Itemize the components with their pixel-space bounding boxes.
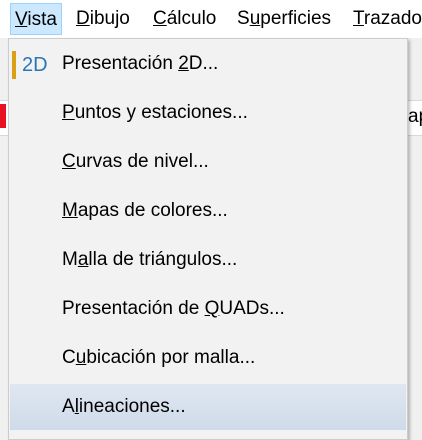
menu-item-curvas-nivel[interactable]: Curvas de nivel... <box>10 139 406 185</box>
menu-item-label: Presentación de QUADs... <box>62 298 285 319</box>
menu-item-label: Curvas de nivel... <box>62 151 209 172</box>
menu-item-puntos-estaciones[interactable]: Puntos y estaciones... <box>10 90 406 136</box>
menu-item-malla-triangulos[interactable]: Malla de triángulos... <box>10 237 406 283</box>
menu-bar: Vista Dibujo Cálculo Superficies Trazado <box>0 0 422 38</box>
menu-item-presentacion-quads[interactable]: Presentación de QUADs... <box>10 286 406 332</box>
menu-item-label: Cubicación por malla... <box>62 347 256 368</box>
menu-item-cubicacion-malla[interactable]: Cubicación por malla... <box>10 335 406 381</box>
presentation-2d-icon: 2D <box>12 51 54 79</box>
menu-calculo[interactable]: Cálculo <box>149 3 220 35</box>
background-partial-text: ap <box>408 106 422 127</box>
background-red-marker <box>0 104 6 128</box>
menu-item-mapas-colores[interactable]: Mapas de colores... <box>10 188 406 234</box>
menu-superficies[interactable]: Superficies <box>233 3 335 35</box>
menu-item-label: Alineaciones... <box>62 396 186 417</box>
menu-item-alineaciones[interactable]: Alineaciones... <box>10 384 406 430</box>
menu-item-label: Puntos y estaciones... <box>62 102 248 123</box>
vista-dropdown-menu: 2D Presentación 2D... Puntos y estacione… <box>8 38 408 440</box>
menu-dibujo[interactable]: Dibujo <box>72 3 134 35</box>
menu-item-presentacion-2d[interactable]: 2D Presentación 2D... <box>10 41 406 87</box>
menu-vista[interactable]: Vista <box>10 3 62 35</box>
menu-item-label: Mapas de colores... <box>62 200 228 221</box>
menu-item-label: Malla de triángulos... <box>62 249 238 270</box>
menu-item-label: Presentación 2D... <box>62 53 219 74</box>
menu-trazado[interactable]: Trazado <box>349 3 422 35</box>
